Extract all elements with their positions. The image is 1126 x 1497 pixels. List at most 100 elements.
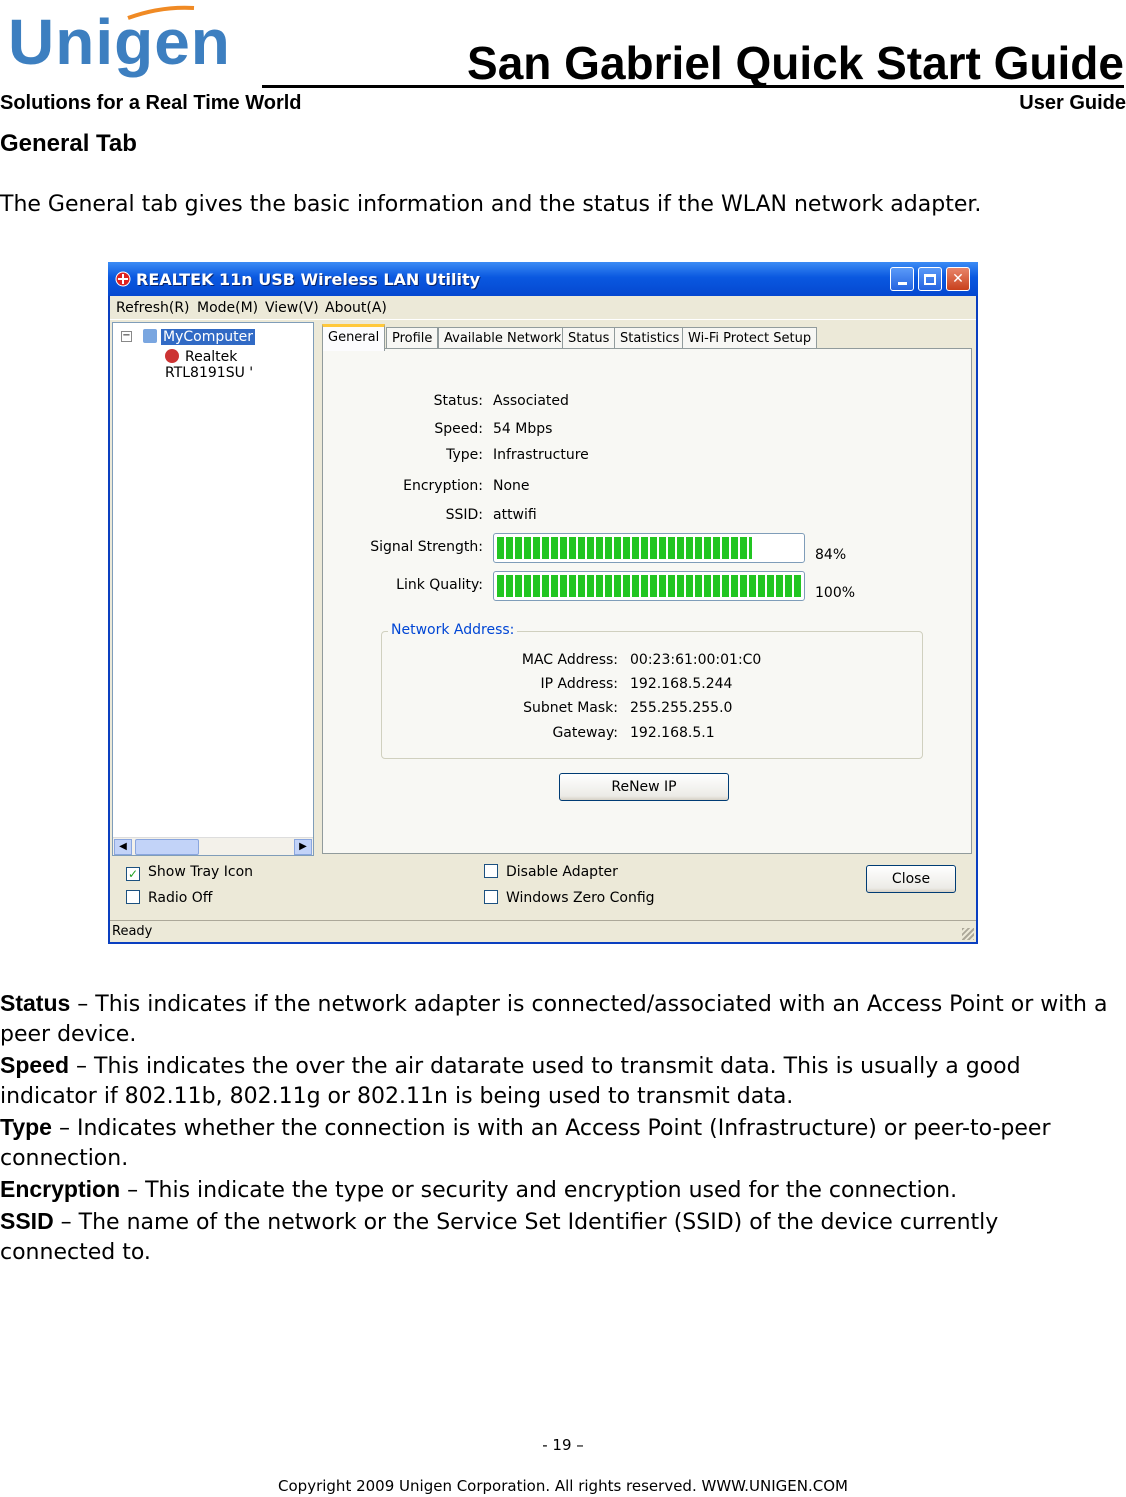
checkbox-icon [484,890,498,904]
checkbox-label: Disable Adapter [506,864,618,880]
maximize-icon [924,273,936,285]
gateway-label: Gateway: [552,725,618,741]
windows-zero-config-checkbox[interactable]: Windows Zero Config [484,890,655,908]
status-value: Associated [493,393,569,409]
link-quality-fill [497,575,801,597]
checkbox-checked-icon: ✓ [126,867,140,881]
checkbox-label: Show Tray Icon [148,864,254,880]
encryption-value: None [493,478,530,494]
field-definitions: Status – This indicates if the network a… [0,988,1120,1268]
device-tree: − MyComputer Realtek RTL8191SU ' ◀ ▶ [112,322,314,856]
resize-grip-icon[interactable] [962,928,974,940]
window-title: REALTEK 11n USB Wireless LAN Utility [136,270,481,289]
menu-bar: Refresh(R) Mode(M) View(V) About(A) [110,296,976,320]
definition-term: Encryption [0,1176,121,1202]
definition-text: – This indicate the type or security and… [120,1178,958,1203]
tree-collapse-icon[interactable]: − [121,331,132,342]
checkbox-icon [126,890,140,904]
tab-wifi-protect-setup[interactable]: Wi-Fi Protect Setup [682,327,818,350]
tab-status[interactable]: Status [562,327,616,350]
signal-strength-percent: 84% [815,547,847,563]
close-button[interactable]: Close [866,865,956,893]
network-address-title: Network Address: [388,622,518,638]
checkbox-icon [484,864,498,878]
tree-node-mycomputer[interactable]: MyComputer [143,329,255,347]
logo-text: Unigen [8,6,231,78]
realtek-icon [115,271,131,287]
link-quality-bar [493,571,805,601]
tree-node-label: MyComputer [161,329,255,345]
definition-item: Encryption – This indicate the type or s… [0,1174,1120,1206]
definition-text: – The name of the network or the Service… [0,1210,999,1265]
tree-node-adapter[interactable]: Realtek RTL8191SU ' [165,349,313,381]
definition-item: SSID – The name of the network or the Se… [0,1206,1120,1268]
computer-icon [143,329,157,343]
ssid-label: SSID: [445,507,483,523]
definition-term: Type [0,1114,52,1140]
unigen-logo: Unigen [8,2,258,84]
gateway-value: 192.168.5.1 [630,725,715,741]
tree-horizontal-scrollbar[interactable]: ◀ ▶ [113,837,313,855]
scroll-right-icon[interactable]: ▶ [294,839,312,855]
minimize-icon [897,282,907,285]
tab-profile[interactable]: Profile [386,327,439,350]
signal-strength-fill [497,537,753,559]
section-heading: General Tab [0,130,137,157]
adapter-icon [165,349,179,363]
definition-term: Status [0,990,71,1016]
checkbox-label: Windows Zero Config [506,890,655,906]
wlan-utility-window: REALTEK 11n USB Wireless LAN Utility ✕ R… [108,262,978,944]
mac-address-label: MAC Address: [521,652,618,668]
network-address-group: Network Address: MAC Address: 00:23:61:0… [381,622,923,759]
definition-text: – Indicates whether the connection is wi… [0,1116,1051,1171]
type-label: Type: [446,447,483,463]
general-tab-panel: Status: Associated Speed: 54 Mbps Type: … [322,348,972,854]
subnet-mask-value: 255.255.255.0 [630,700,733,716]
ssid-value: attwifi [493,507,537,523]
checkbox-label: Radio Off [148,890,213,906]
show-tray-icon-checkbox[interactable]: ✓ Show Tray Icon [126,864,253,882]
intro-paragraph: The General tab gives the basic informat… [0,192,982,217]
speed-label: Speed: [434,421,483,437]
ip-address-label: IP Address: [540,676,619,692]
definition-text: – This indicates if the network adapter … [0,992,1108,1047]
speed-value: 54 Mbps [493,421,553,437]
encryption-label: Encryption: [403,478,483,494]
menu-about[interactable]: About(A) [325,300,387,316]
maximize-button[interactable] [918,267,942,291]
definition-item: Type – Indicates whether the connection … [0,1112,1120,1174]
menu-mode[interactable]: Mode(M) [197,300,258,316]
status-bar-text: Ready [112,924,153,939]
definition-item: Speed – This indicates the over the air … [0,1050,1120,1112]
minimize-button[interactable] [890,267,914,291]
company-tagline: Solutions for a Real Time World [0,92,302,114]
scroll-thumb[interactable] [135,839,199,855]
renew-ip-button[interactable]: ReNew IP [559,773,729,801]
tab-general[interactable]: General [322,324,386,351]
menu-refresh[interactable]: Refresh(R) [116,300,190,316]
menu-view[interactable]: View(V) [265,300,319,316]
close-window-button[interactable]: ✕ [946,267,970,291]
radio-off-checkbox[interactable]: Radio Off [126,890,212,908]
signal-strength-bar [493,533,805,563]
copyright-notice: Copyright 2009 Unigen Corporation. All r… [278,1477,848,1495]
window-titlebar[interactable]: REALTEK 11n USB Wireless LAN Utility ✕ [108,262,978,296]
status-bar: Ready [110,920,976,942]
link-quality-label: Link Quality: [396,577,483,593]
close-icon: ✕ [952,271,964,287]
tab-available-network[interactable]: Available Network [438,327,568,350]
scroll-left-icon[interactable]: ◀ [114,839,132,855]
definition-term: Speed [0,1052,70,1078]
tab-statistics[interactable]: Statistics [614,327,686,350]
document-title: San Gabriel Quick Start Guide [262,38,1124,88]
ip-address-value: 192.168.5.244 [630,676,733,692]
definition-item: Status – This indicates if the network a… [0,988,1120,1050]
page-number: - 19 – [542,1436,584,1454]
status-label: Status: [433,393,483,409]
disable-adapter-checkbox[interactable]: Disable Adapter [484,864,618,882]
type-value: Infrastructure [493,447,589,463]
link-quality-percent: 100% [815,585,856,601]
subnet-mask-label: Subnet Mask: [523,700,618,716]
definition-text: – This indicates the over the air datara… [0,1054,1021,1109]
definition-term: SSID [0,1208,54,1234]
